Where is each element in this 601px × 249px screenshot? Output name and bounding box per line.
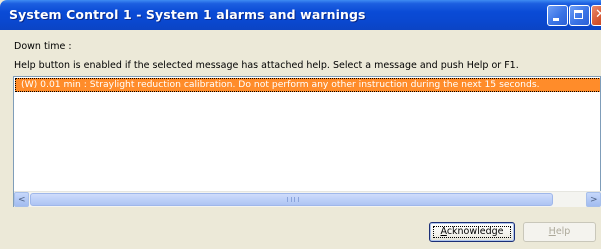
help-info-label: Help button is enabled if the selected m… (14, 60, 519, 71)
horizontal-scrollbar[interactable]: < > (14, 191, 601, 207)
grip-icon (287, 197, 299, 202)
close-icon: ✕ (595, 7, 601, 22)
window-title: System Control 1 - System 1 alarms and w… (9, 7, 366, 22)
scroll-right-button[interactable]: > (586, 192, 601, 207)
maximize-button[interactable] (569, 5, 590, 26)
help-button[interactable]: Help (523, 222, 596, 242)
minimize-icon (553, 18, 559, 21)
alarms-window: System Control 1 - System 1 alarms and w… (0, 0, 601, 249)
chevron-right-icon: > (590, 195, 598, 205)
chevron-left-icon: < (18, 195, 26, 205)
acknowledge-label: Acknowledge (440, 226, 504, 237)
message-text: (W) 0.01 min : Straylight reduction cali… (21, 79, 540, 90)
scrollbar-thumb[interactable] (30, 193, 553, 206)
acknowledge-button[interactable]: Acknowledge (429, 222, 515, 242)
title-bar[interactable]: System Control 1 - System 1 alarms and w… (0, 0, 601, 30)
help-label: Help (548, 226, 571, 237)
down-time-label: Down time : (14, 41, 72, 52)
scroll-left-button[interactable]: < (14, 192, 29, 207)
list-item[interactable]: (W) 0.01 min : Straylight reduction cali… (15, 78, 600, 92)
close-button[interactable]: ✕ (591, 5, 601, 26)
maximize-icon (574, 10, 583, 19)
messages-list[interactable]: (W) 0.01 min : Straylight reduction cali… (13, 76, 601, 207)
minimize-button[interactable] (547, 5, 568, 26)
